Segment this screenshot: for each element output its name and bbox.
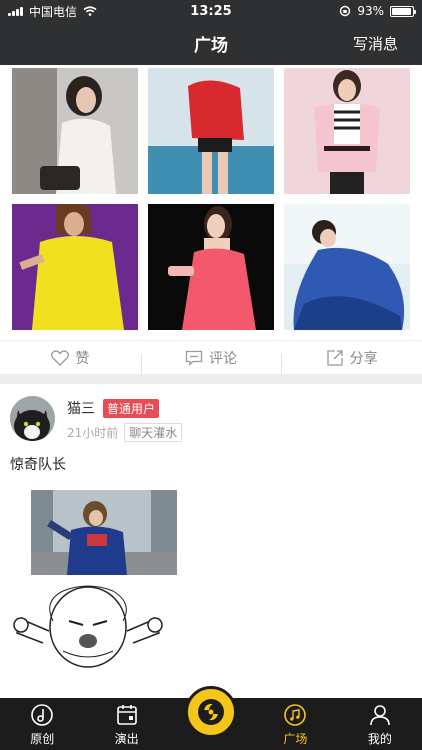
tab-shows[interactable]: 演出	[84, 698, 168, 750]
feed[interactable]: 赞 评论 分享 猫三 普通用户 21小时前 聊天灌水 惊奇队长	[0, 65, 422, 698]
photo-thumbnail[interactable]	[12, 204, 138, 330]
comment-label: 评论	[209, 350, 237, 367]
calendar-icon	[116, 705, 137, 725]
tab-label: 原创	[30, 732, 55, 746]
music-note-icon	[284, 704, 307, 726]
top-bar: 中国电信 13:25 93% 广场 写消息	[0, 0, 422, 65]
battery-percent: 93%	[357, 4, 384, 18]
comment-icon	[185, 350, 203, 366]
carrier-label: 中国电信	[29, 4, 78, 19]
user-post: 猫三 普通用户 21小时前 聊天灌水 惊奇队长	[0, 384, 422, 698]
gallery-action-bar: 赞 评论 分享	[0, 340, 422, 374]
photo-grid	[0, 65, 422, 340]
meme-sticker	[13, 581, 163, 673]
center-play-button[interactable]	[185, 686, 237, 738]
tab-label: 演出	[114, 732, 139, 746]
like-label: 赞	[75, 350, 90, 367]
photo-thumbnail[interactable]	[284, 204, 410, 330]
signal-icon	[8, 6, 23, 16]
tab-original[interactable]: 原创	[0, 698, 84, 750]
post-time: 21小时前	[67, 426, 119, 440]
avatar[interactable]	[10, 396, 55, 441]
share-icon	[327, 349, 343, 366]
post-image[interactable]	[31, 490, 177, 575]
photo-thumbnail[interactable]	[148, 68, 274, 194]
page-title: 广场	[194, 36, 228, 56]
tab-square[interactable]: 广场	[253, 698, 337, 750]
gallery-post: 赞 评论 分享	[0, 65, 422, 374]
status-bar: 中国电信 13:25 93%	[0, 0, 422, 22]
person-icon	[370, 705, 390, 726]
rotation-lock-icon	[340, 5, 351, 17]
post-category-tag[interactable]: 聊天灌水	[124, 423, 183, 442]
battery-icon	[390, 5, 416, 17]
share-button[interactable]: 分享	[281, 348, 422, 374]
swirl-logo-icon	[198, 699, 224, 725]
tab-mine[interactable]: 我的	[338, 698, 422, 750]
username[interactable]: 猫三	[67, 398, 95, 418]
like-button[interactable]: 赞	[0, 348, 141, 368]
record-icon	[31, 704, 54, 726]
comment-button[interactable]: 评论	[140, 348, 282, 374]
post-text: 惊奇队长	[10, 457, 66, 473]
photo-thumbnail[interactable]	[284, 68, 410, 194]
wifi-icon	[83, 6, 97, 16]
heart-icon	[51, 349, 70, 366]
tab-label: 广场	[283, 732, 308, 746]
divider	[0, 374, 422, 384]
nav-bar: 广场 写消息	[0, 22, 422, 65]
write-message-button[interactable]: 写消息	[353, 33, 398, 54]
tab-label: 我的	[367, 732, 392, 746]
share-label: 分享	[349, 350, 378, 367]
photo-thumbnail[interactable]	[148, 204, 274, 330]
user-level-badge: 普通用户	[103, 398, 160, 418]
photo-thumbnail[interactable]	[12, 68, 138, 194]
